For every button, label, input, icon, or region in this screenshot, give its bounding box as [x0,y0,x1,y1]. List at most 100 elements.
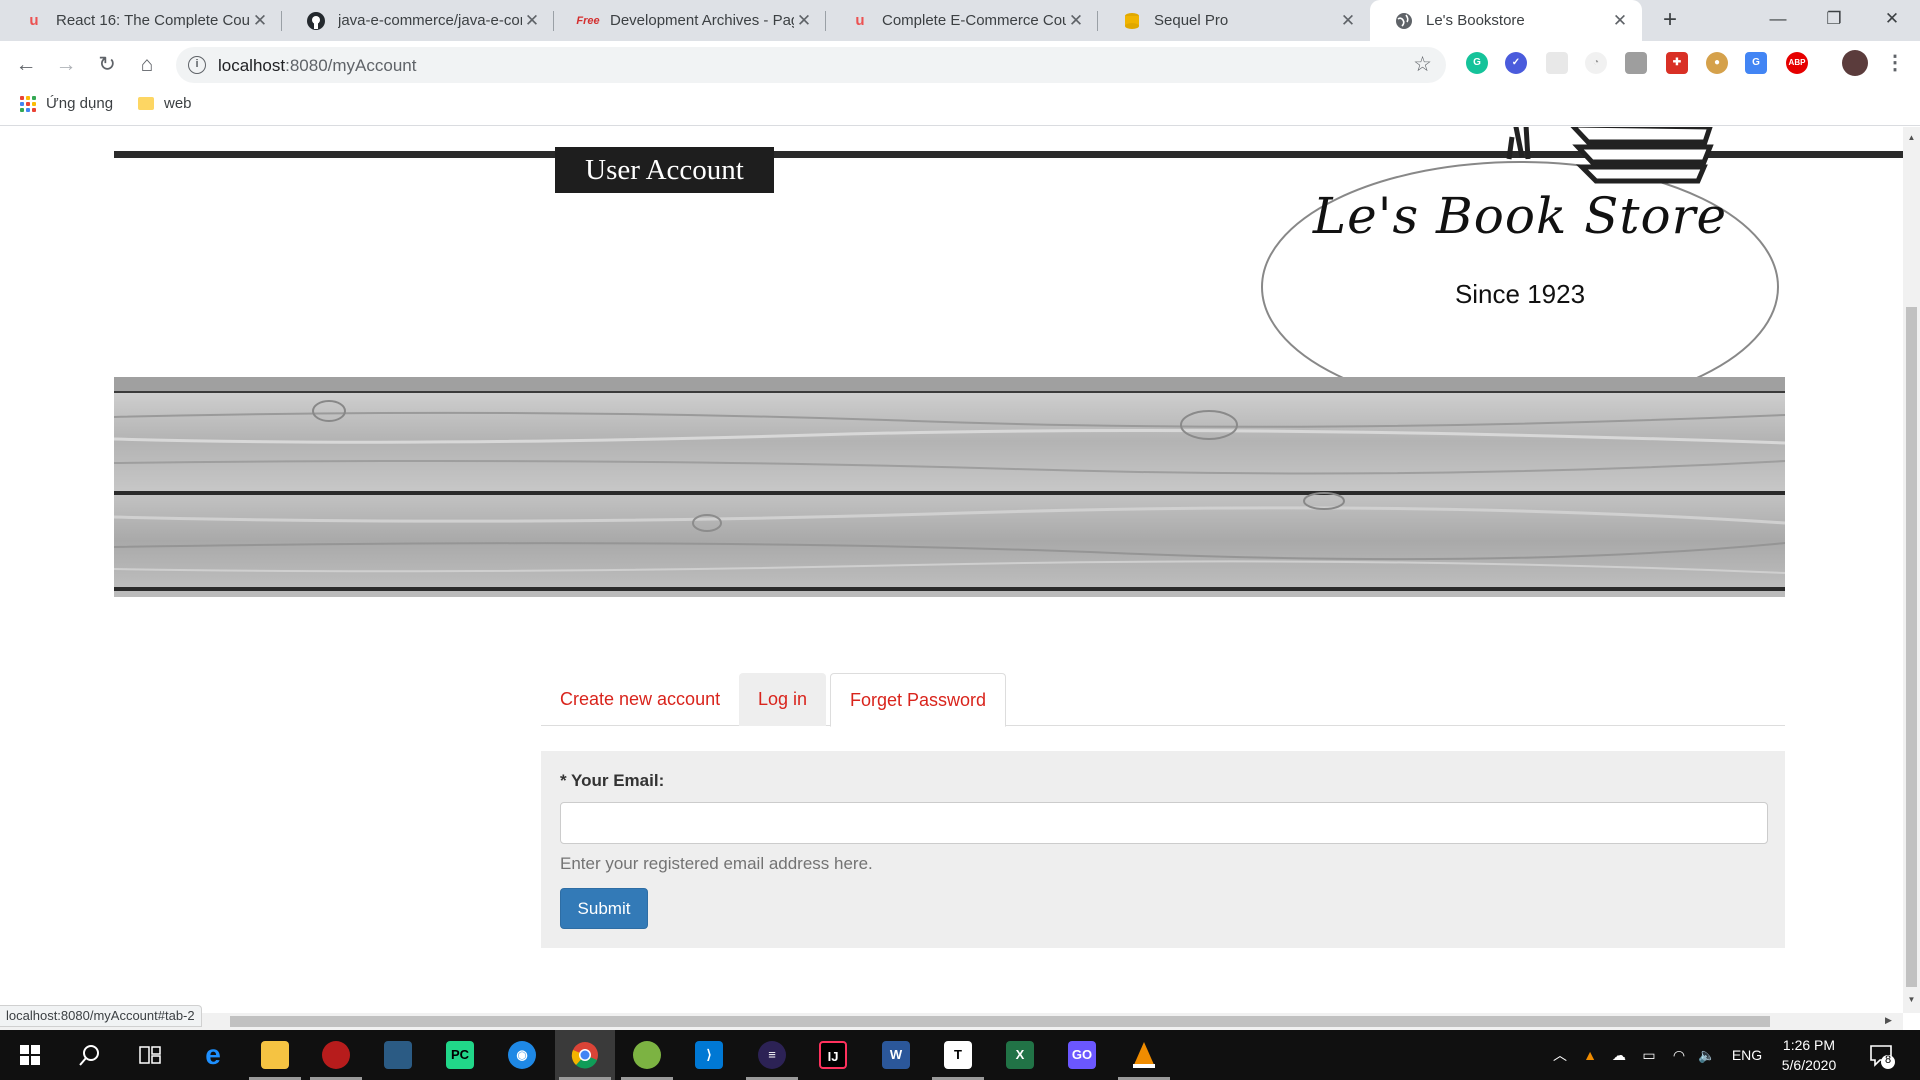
onedrive-icon[interactable]: ☁ [1606,1030,1632,1080]
apps-icon [20,95,36,112]
close-icon[interactable]: ✕ [1338,11,1358,31]
edge-icon[interactable]: e [183,1030,243,1080]
vlc-icon[interactable] [1114,1030,1174,1080]
browser-tab[interactable]: java-e-commerce/java-e-con ✕ [282,0,554,41]
browser-tab[interactable]: Sequel Pro ✕ [1098,0,1370,41]
browser-tab[interactable]: Free Development Archives - Pag ✕ [554,0,826,41]
horizontal-scrollbar[interactable]: ▶ [0,1013,1903,1030]
volume-icon[interactable]: 🔈 [1694,1030,1720,1080]
word-icon[interactable]: W [866,1030,926,1080]
restore-button[interactable]: ❐ [1806,0,1862,41]
tab-log-in[interactable]: Log in [739,673,827,726]
maps-icon[interactable]: ◉ [492,1030,552,1080]
scroll-right-icon[interactable]: ▶ [1885,1015,1892,1026]
excel-icon[interactable]: X [990,1030,1050,1080]
bookmark-label: Ứng dụng [46,95,114,112]
close-icon[interactable]: ✕ [1610,11,1630,31]
windows-taskbar: e PC ◉ ⟩ ≡ IJ W T X GO ︿ ▲ ☁ ▭ ◠ 🔈 ENG 1… [0,1030,1920,1080]
typora-icon[interactable]: T [928,1030,988,1080]
vertical-scrollbar[interactable]: ▲ ▼ [1903,127,1920,1013]
pycharm-icon[interactable]: PC [430,1030,490,1080]
extension-icon[interactable] [1625,52,1647,74]
file-explorer-icon[interactable] [245,1030,305,1080]
app-icon[interactable] [617,1030,677,1080]
wood-banner-image [114,377,1785,597]
status-url-bubble: localhost:8080/myAccount#tab-2 [0,1005,202,1027]
tab-title: Complete E-Commerce Cour [882,12,1066,29]
address-bar[interactable]: i localhost:8080/myAccount ☆ [176,47,1446,83]
tray-vlc-icon[interactable]: ▲ [1578,1030,1602,1080]
start-icon[interactable] [0,1030,60,1080]
info-icon[interactable]: i [188,56,206,74]
email-help-text: Enter your registered email address here… [560,854,873,873]
extension-icon[interactable] [1546,52,1568,74]
grammarly-icon[interactable]: G [1466,52,1488,74]
udemy-icon: u [29,12,39,29]
vscode-icon[interactable]: ⟩ [679,1030,739,1080]
bookmark-label: web [164,95,192,112]
tab-title: Sequel Pro [1154,12,1229,29]
scrollbar-thumb[interactable] [230,1016,1770,1027]
tab-strip: u React 16: The Complete Cour ✕ java-e-c… [0,0,1920,41]
bookmark-folder-web[interactable]: web [138,95,192,112]
scroll-down-icon[interactable]: ▼ [1903,995,1920,1004]
globe-icon [1394,11,1414,31]
adblock-icon[interactable]: ABP [1786,52,1808,74]
menu-icon[interactable]: ⋮ [1884,52,1906,74]
forward-button[interactable]: → [50,49,82,81]
wifi-icon[interactable]: ◠ [1666,1030,1692,1080]
browser-tab[interactable]: u Complete E-Commerce Cour ✕ [826,0,1098,41]
page-title: User Account [555,147,774,193]
pin-extension-icon[interactable]: ✚ [1666,52,1688,74]
clock-date: 5/6/2020 [1781,1057,1837,1073]
bookmark-apps[interactable]: Ứng dụng [20,95,113,112]
home-button[interactable]: ⌂ [131,49,163,81]
url-text: localhost:8080/myAccount [218,56,417,75]
browser-tab[interactable]: u React 16: The Complete Cour ✕ [0,0,282,41]
cookie-icon[interactable]: ● [1706,52,1728,74]
tray-chevron-icon[interactable]: ︿ [1548,1030,1572,1080]
logo-store-name: Le's Book Store [1312,187,1728,245]
close-icon[interactable]: ✕ [522,11,542,31]
tab-title: Development Archives - Pag [610,12,794,29]
clock[interactable]: 1:26 PM 5/6/2020 [1766,1035,1852,1075]
extension-icon[interactable]: ◔ [1585,52,1607,74]
reload-button[interactable]: ↻ [91,49,123,81]
account-tabs: Create new account Log in Forget Passwor… [541,673,1785,727]
tab-forget-password[interactable]: Forget Password [830,673,1007,727]
notification-center-icon[interactable]: 8 [1866,1040,1896,1070]
scrollbar-thumb[interactable] [1906,307,1917,987]
browser-tab-active[interactable]: Le's Bookstore ✕ [1370,0,1642,41]
submit-button[interactable]: Submit [560,888,648,929]
tab-title: Le's Bookstore [1426,12,1525,29]
tab-title: React 16: The Complete Cour [56,12,250,29]
email-field[interactable] [560,802,1768,844]
language-indicator[interactable]: ENG [1726,1030,1768,1080]
search-icon[interactable] [60,1030,120,1080]
close-icon[interactable]: ✕ [1066,11,1086,31]
task-view-icon[interactable] [120,1030,180,1080]
battery-icon[interactable]: ▭ [1636,1030,1662,1080]
email-label: * Your Email: [560,771,665,790]
back-button[interactable]: ← [10,49,42,81]
tab-create-account[interactable]: Create new account [541,673,739,726]
mysql-workbench-icon[interactable] [368,1030,428,1080]
udemy-icon: u [855,12,865,29]
bookmark-star-icon[interactable]: ☆ [1413,52,1432,77]
close-window-button[interactable]: ✕ [1864,0,1920,41]
close-icon[interactable]: ✕ [250,11,270,31]
goland-icon[interactable]: GO [1052,1030,1112,1080]
checkmark-extension-icon[interactable]: ✓ [1505,52,1527,74]
eclipse-icon[interactable]: ≡ [742,1030,802,1080]
close-icon[interactable]: ✕ [794,11,814,31]
scroll-up-icon[interactable]: ▲ [1903,133,1920,142]
minimize-button[interactable]: — [1750,0,1806,41]
new-tab-button[interactable]: + [1656,6,1684,34]
chrome-icon[interactable] [555,1030,615,1080]
intellij-icon[interactable]: IJ [803,1030,863,1080]
game-icon[interactable] [306,1030,366,1080]
translate-icon[interactable]: G [1745,52,1767,74]
forget-password-panel: * Your Email: Enter your registered emai… [541,751,1785,948]
avatar[interactable] [1842,50,1868,76]
logo-since-text: Since 1923 [1454,279,1586,309]
